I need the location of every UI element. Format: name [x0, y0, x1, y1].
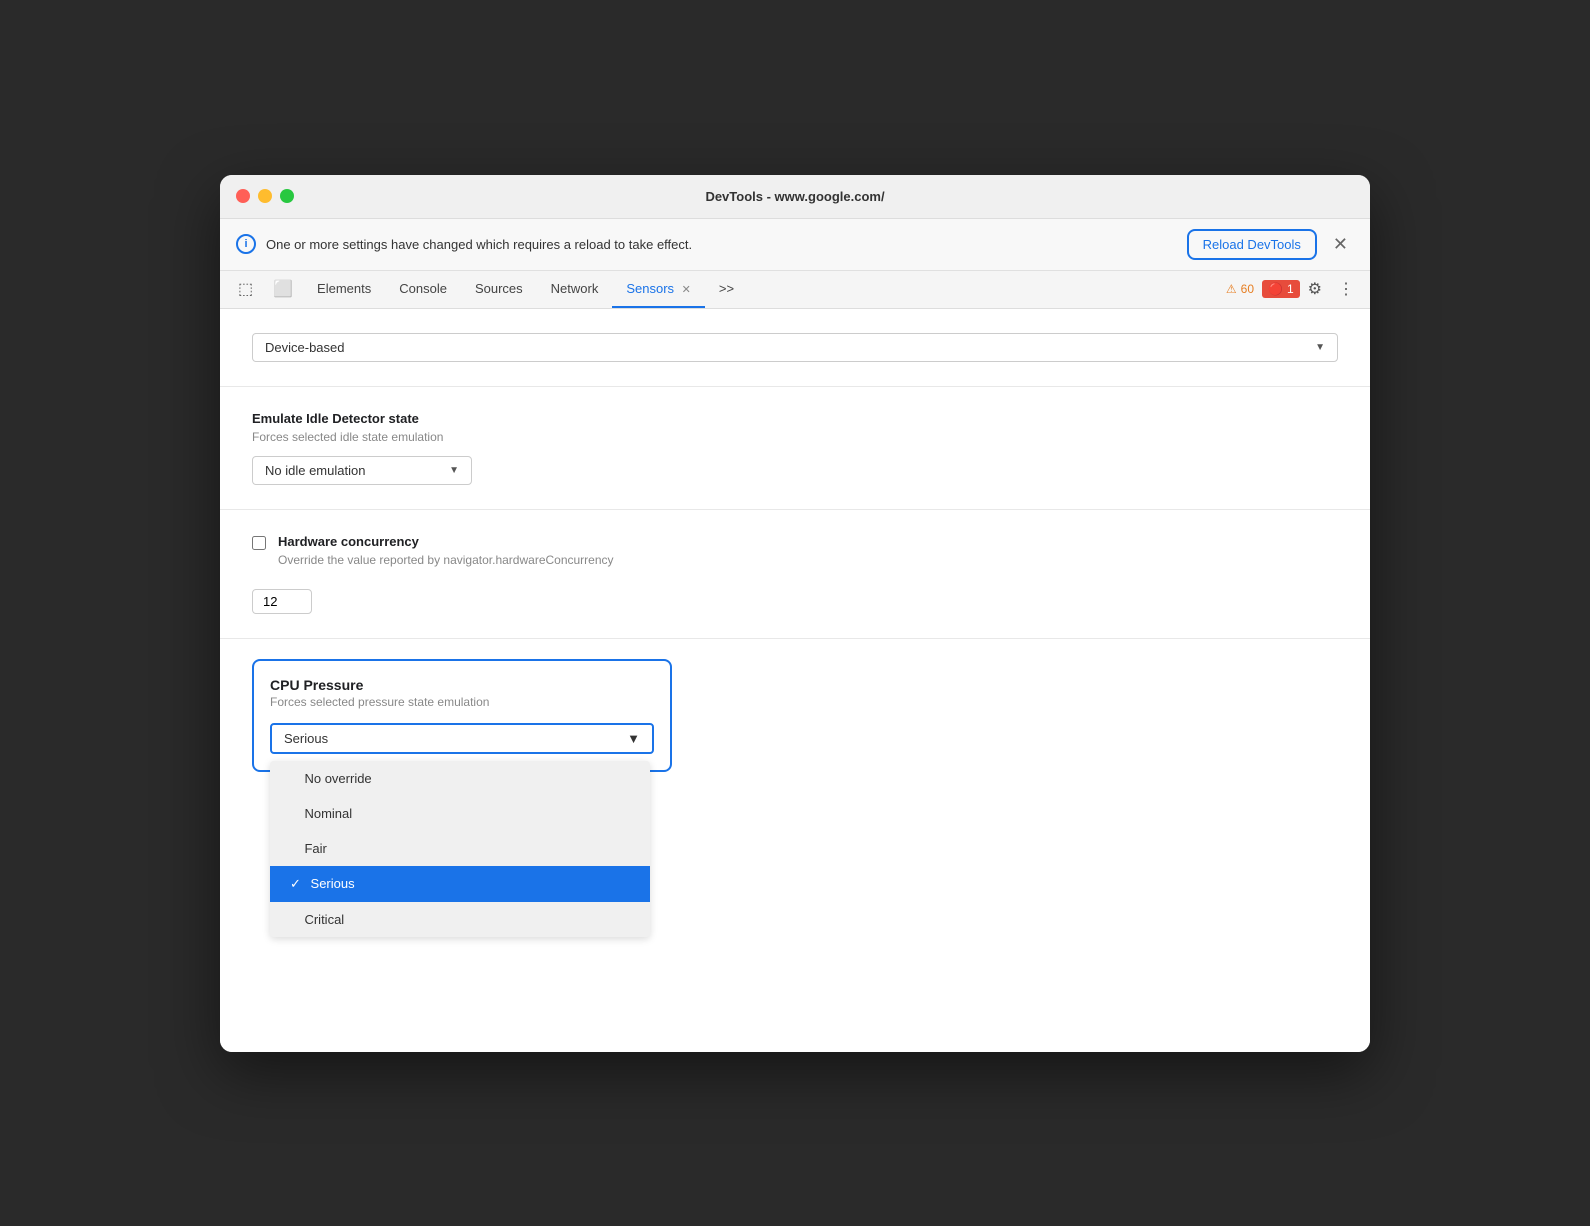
cpu-option-nominal[interactable]: Nominal: [270, 796, 650, 831]
hardware-checkbox[interactable]: [252, 536, 266, 550]
device-section: Device-based ▼: [220, 309, 1370, 387]
warning-count: 60: [1241, 282, 1254, 296]
content-area: Device-based ▼ Emulate Idle Detector sta…: [220, 309, 1370, 1052]
cpu-dropdown-menu: No override Nominal Fair ✓ Serious: [270, 761, 650, 937]
idle-section: Emulate Idle Detector state Forces selec…: [220, 387, 1370, 510]
warning-badge[interactable]: ⚠ 60: [1218, 278, 1262, 300]
tab-elements[interactable]: Elements: [303, 271, 385, 308]
idle-sublabel: Forces selected idle state emulation: [252, 430, 1338, 444]
cpu-box: CPU Pressure Forces selected pressure st…: [252, 659, 672, 772]
cpu-option-fair[interactable]: Fair: [270, 831, 650, 866]
idle-dropdown-arrow-icon: ▼: [449, 465, 459, 476]
error-icon: 🔴: [1268, 282, 1283, 296]
cpu-section: CPU Pressure Forces selected pressure st…: [220, 639, 1370, 1052]
cpu-sublabel: Forces selected pressure state emulation: [270, 695, 654, 709]
hardware-sublabel: Override the value reported by navigator…: [278, 553, 614, 567]
cpu-title: CPU Pressure: [270, 677, 654, 693]
info-icon: i: [236, 234, 256, 254]
reload-devtools-button[interactable]: Reload DevTools: [1187, 229, 1317, 260]
hardware-section: Hardware concurrency Override the value …: [220, 510, 1370, 639]
hardware-checkbox-row: Hardware concurrency Override the value …: [252, 534, 1338, 579]
minimize-button[interactable]: [258, 189, 272, 203]
tab-sensors[interactable]: Sensors ✕: [612, 271, 705, 308]
cpu-dropdown-arrow-icon: ▼: [627, 731, 640, 746]
close-notification-button[interactable]: ✕: [1327, 232, 1354, 257]
error-badge[interactable]: 🔴 1: [1262, 280, 1300, 298]
warning-icon: ⚠: [1226, 282, 1237, 296]
more-options-button[interactable]: ⋮: [1330, 271, 1362, 307]
toolbar: ⬚ ⬜ Elements Console Sources Network Sen…: [220, 271, 1370, 309]
tab-console[interactable]: Console: [385, 271, 461, 308]
traffic-lights: [236, 189, 294, 203]
notification-message: One or more settings have changed which …: [266, 237, 1177, 252]
devtools-window: DevTools - www.google.com/ i One or more…: [220, 175, 1370, 1052]
notification-bar: i One or more settings have changed whic…: [220, 219, 1370, 271]
cpu-option-critical[interactable]: Critical: [270, 902, 650, 937]
device-toolbar-icon[interactable]: ⬜: [263, 271, 303, 307]
dropdown-arrow-icon: ▼: [1315, 342, 1325, 353]
idle-label: Emulate Idle Detector state: [252, 411, 1338, 426]
cpu-option-no-override[interactable]: No override: [270, 761, 650, 796]
cpu-dropdown-trigger[interactable]: Serious ▼: [270, 723, 654, 754]
checkmark-icon: ✓: [290, 876, 301, 891]
settings-button[interactable]: ⚙: [1300, 271, 1330, 307]
idle-dropdown[interactable]: No idle emulation ▼: [252, 456, 472, 485]
hardware-label: Hardware concurrency: [278, 534, 614, 549]
cpu-option-serious[interactable]: ✓ Serious: [270, 866, 650, 902]
more-tabs-button[interactable]: >>: [705, 271, 748, 308]
error-count: 1: [1287, 282, 1294, 296]
title-bar: DevTools - www.google.com/: [220, 175, 1370, 219]
tab-sensors-close[interactable]: ✕: [682, 284, 691, 296]
close-button[interactable]: [236, 189, 250, 203]
window-title: DevTools - www.google.com/: [705, 189, 884, 204]
hardware-value-input[interactable]: [252, 589, 312, 614]
maximize-button[interactable]: [280, 189, 294, 203]
tab-sources[interactable]: Sources: [461, 271, 537, 308]
inspector-icon[interactable]: ⬚: [228, 271, 263, 307]
tab-network[interactable]: Network: [537, 271, 613, 308]
device-dropdown[interactable]: Device-based ▼: [252, 333, 1338, 362]
